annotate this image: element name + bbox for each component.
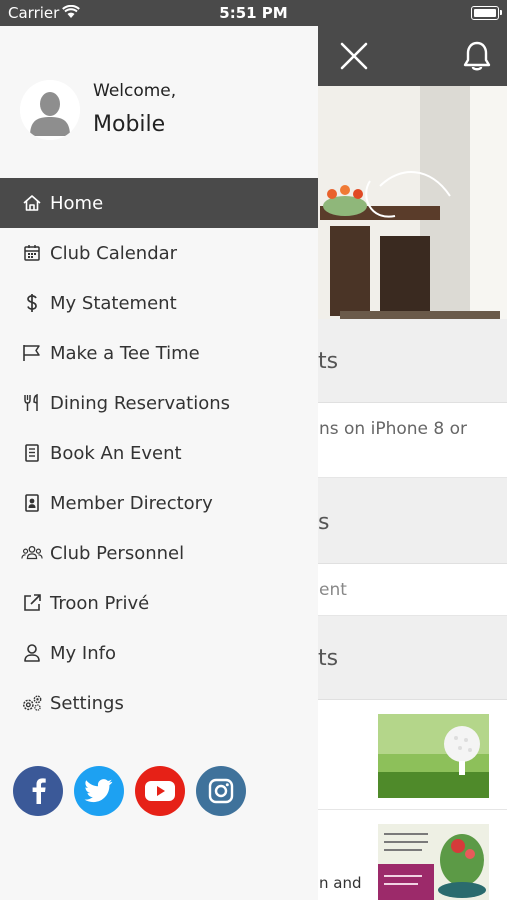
instagram-icon xyxy=(208,778,234,804)
nav-item-label: Dining Reservations xyxy=(50,392,230,414)
section-title: ts xyxy=(318,349,339,374)
twitter-icon xyxy=(84,779,113,803)
instagram-button[interactable] xyxy=(196,766,246,816)
nav-item-troon-prive[interactable]: Troon Privé xyxy=(0,578,318,628)
nav-item-label: My Info xyxy=(50,642,116,664)
home-icon xyxy=(21,192,43,214)
navigation-drawer: Welcome, Mobile Home Club Calendar My St… xyxy=(0,26,318,900)
youtube-button[interactable] xyxy=(135,766,185,816)
nav-item-label: Home xyxy=(50,192,104,214)
utensils-icon xyxy=(21,392,43,414)
calendar-icon xyxy=(21,242,43,264)
status-bar: Carrier 5:51 PM xyxy=(0,0,507,26)
event-flyer-image xyxy=(378,824,489,900)
list-item-text: ns on iPhone 8 or xyxy=(319,419,468,439)
contact-card-icon xyxy=(21,492,43,514)
dollar-icon xyxy=(21,292,43,314)
nav-item-book-an-event[interactable]: Book An Event xyxy=(0,428,318,478)
golf-ball-image xyxy=(378,714,489,798)
book-icon xyxy=(21,442,43,464)
list-item-text: ent xyxy=(319,580,347,600)
section-title: ts xyxy=(318,646,339,671)
nav-item-label: Club Calendar xyxy=(50,242,178,264)
twitter-button[interactable] xyxy=(74,766,124,816)
close-icon[interactable] xyxy=(338,40,370,72)
status-time: 5:51 PM xyxy=(219,4,288,22)
nav-item-member-directory[interactable]: Member Directory xyxy=(0,478,318,528)
youtube-icon xyxy=(145,781,175,801)
welcome-label: Welcome, xyxy=(93,81,177,101)
nav-item-label: My Statement xyxy=(50,292,177,314)
facebook-button[interactable] xyxy=(13,766,63,816)
users-icon xyxy=(21,542,43,564)
nav-item-label: Book An Event xyxy=(50,442,182,464)
nav-item-my-info[interactable]: My Info xyxy=(0,628,318,678)
nav-item-label: Make a Tee Time xyxy=(50,342,200,364)
avatar[interactable] xyxy=(20,80,80,140)
nav-item-label: Club Personnel xyxy=(50,542,185,564)
news-item-text: n and xyxy=(319,874,362,892)
external-link-icon xyxy=(21,592,43,614)
battery-icon xyxy=(471,6,502,20)
facebook-icon xyxy=(32,778,46,804)
nav-item-my-statement[interactable]: My Statement xyxy=(0,278,318,328)
nav-item-make-tee-time[interactable]: Make a Tee Time xyxy=(0,328,318,378)
user-name: Mobile xyxy=(93,112,166,137)
flag-icon xyxy=(21,342,43,364)
bell-icon[interactable] xyxy=(462,40,492,72)
section-title: s xyxy=(318,510,330,535)
nav-item-dining-reservations[interactable]: Dining Reservations xyxy=(0,378,318,428)
gears-icon xyxy=(21,692,43,714)
nav-item-label: Settings xyxy=(50,692,124,714)
nav-item-home[interactable]: Home xyxy=(0,178,318,228)
nav-item-club-calendar[interactable]: Club Calendar xyxy=(0,228,318,278)
nav-item-settings[interactable]: Settings xyxy=(0,678,318,728)
user-icon xyxy=(21,642,43,664)
nav-item-label: Member Directory xyxy=(50,492,213,514)
nav-item-label: Troon Privé xyxy=(50,592,150,614)
nav-item-club-personnel[interactable]: Club Personnel xyxy=(0,528,318,578)
